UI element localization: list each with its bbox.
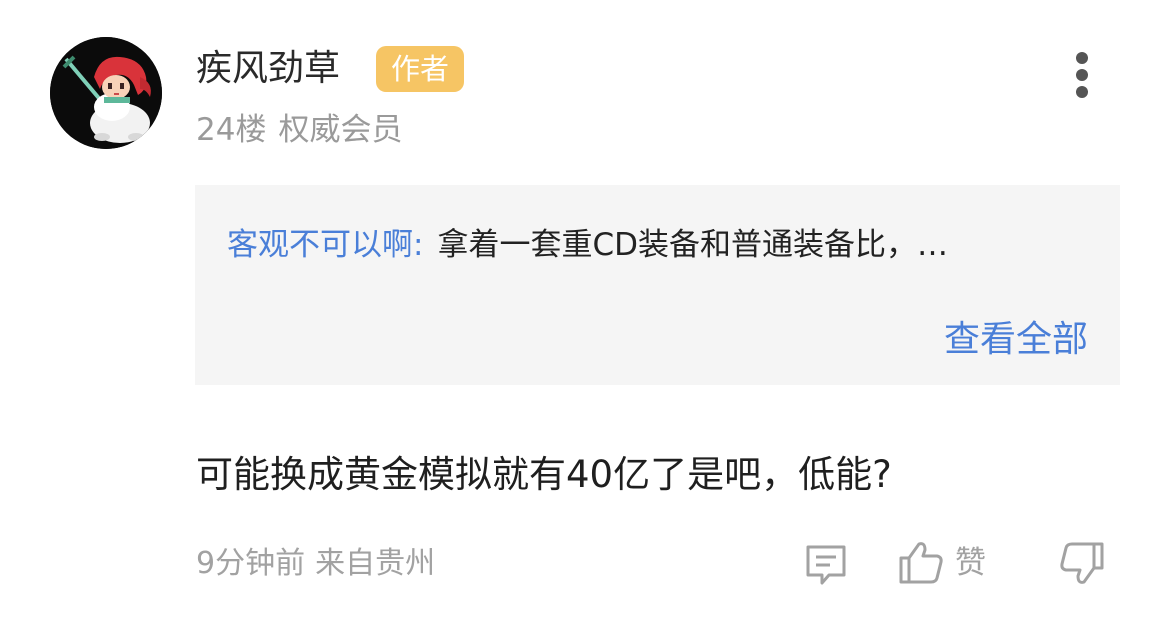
like-button[interactable]: 赞 [897,538,997,588]
view-all-link[interactable]: 查看全部 [944,315,1088,365]
post-time: 9分钟前 [196,546,306,581]
quoted-reply[interactable]: 客观不可以啊: 拿着一套重CD装备和普通装备比，… 查看全部 [195,185,1120,385]
comment-icon [806,545,846,585]
author-badge: 作者 [376,46,464,92]
floor-number: 24楼 [196,112,267,148]
pixel-character-avatar-icon [50,37,162,149]
user-meta: 24楼 权威会员 [196,107,402,153]
comment-button[interactable] [802,541,850,589]
quote-author[interactable]: 客观不可以啊: [227,227,423,263]
thumbs-up-icon [899,542,943,584]
reply-content: 可能换成黄金模拟就有40亿了是吧，低能? [196,453,892,496]
dislike-button[interactable] [1058,540,1108,588]
more-vertical-icon [1076,52,1088,64]
quote-line: 客观不可以啊: 拿着一套重CD装备和普通装备比，… [227,221,1092,269]
user-avatar[interactable] [50,37,162,149]
member-level: 权威会员 [278,112,403,148]
post-location: 来自贵州 [315,546,436,581]
post-meta: 9分钟前 来自贵州 [196,542,435,586]
reply-post: 疾风劲草 作者 24楼 权威会员 客观不可以啊: 拿着一套重CD装备和普通装备比，…… [0,0,1170,628]
quote-text: 拿着一套重CD装备和普通装备比，… [437,227,948,263]
like-label: 赞 [955,545,986,581]
more-options-button[interactable] [1062,50,1102,100]
thumbs-down-icon [1060,542,1104,584]
user-name[interactable]: 疾风劲草 [196,44,340,94]
